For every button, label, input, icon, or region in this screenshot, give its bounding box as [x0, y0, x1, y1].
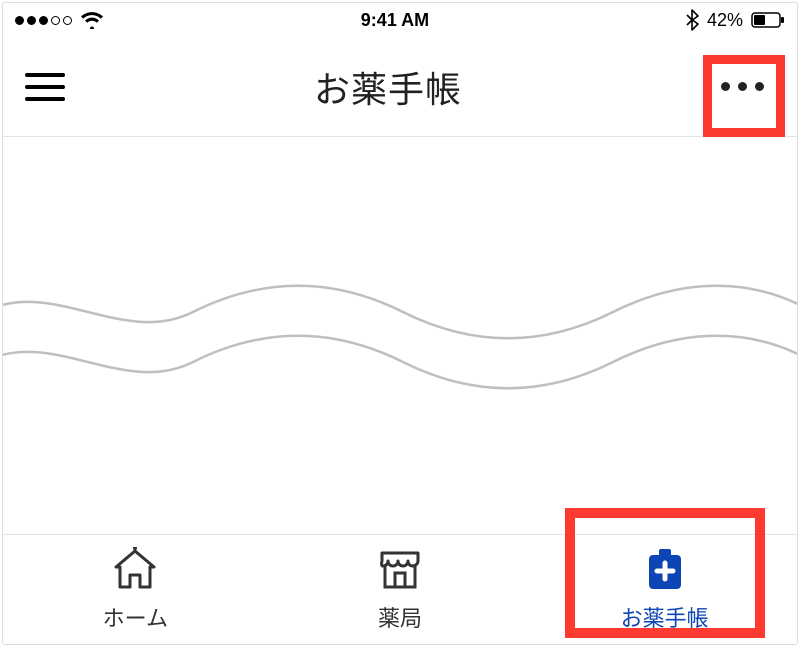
- content-area: [3, 137, 797, 535]
- hamburger-menu-icon[interactable]: [25, 73, 65, 101]
- home-icon: [112, 547, 158, 591]
- bluetooth-icon: [686, 9, 699, 31]
- wifi-icon: [80, 11, 104, 29]
- battery-icon: [751, 12, 785, 28]
- truncation-wave-icon: [2, 327, 798, 397]
- store-icon: [376, 547, 424, 591]
- tab-label: 薬局: [378, 601, 422, 633]
- status-bar: 9:41 AM 42%: [3, 3, 797, 37]
- page-title: お薬手帳: [314, 61, 462, 113]
- status-right: 42%: [686, 9, 785, 31]
- nav-bar: お薬手帳: [3, 37, 797, 137]
- signal-strength-icon: [15, 16, 72, 25]
- tab-label: ホーム: [103, 601, 168, 633]
- highlight-box-more: [703, 55, 785, 137]
- tab-home[interactable]: ホーム: [3, 535, 268, 644]
- status-time: 9:41 AM: [361, 10, 429, 31]
- status-left: [15, 11, 104, 29]
- highlight-box-tab: [565, 508, 765, 638]
- tab-pharmacy[interactable]: 薬局: [268, 535, 533, 644]
- battery-percentage: 42%: [707, 10, 743, 31]
